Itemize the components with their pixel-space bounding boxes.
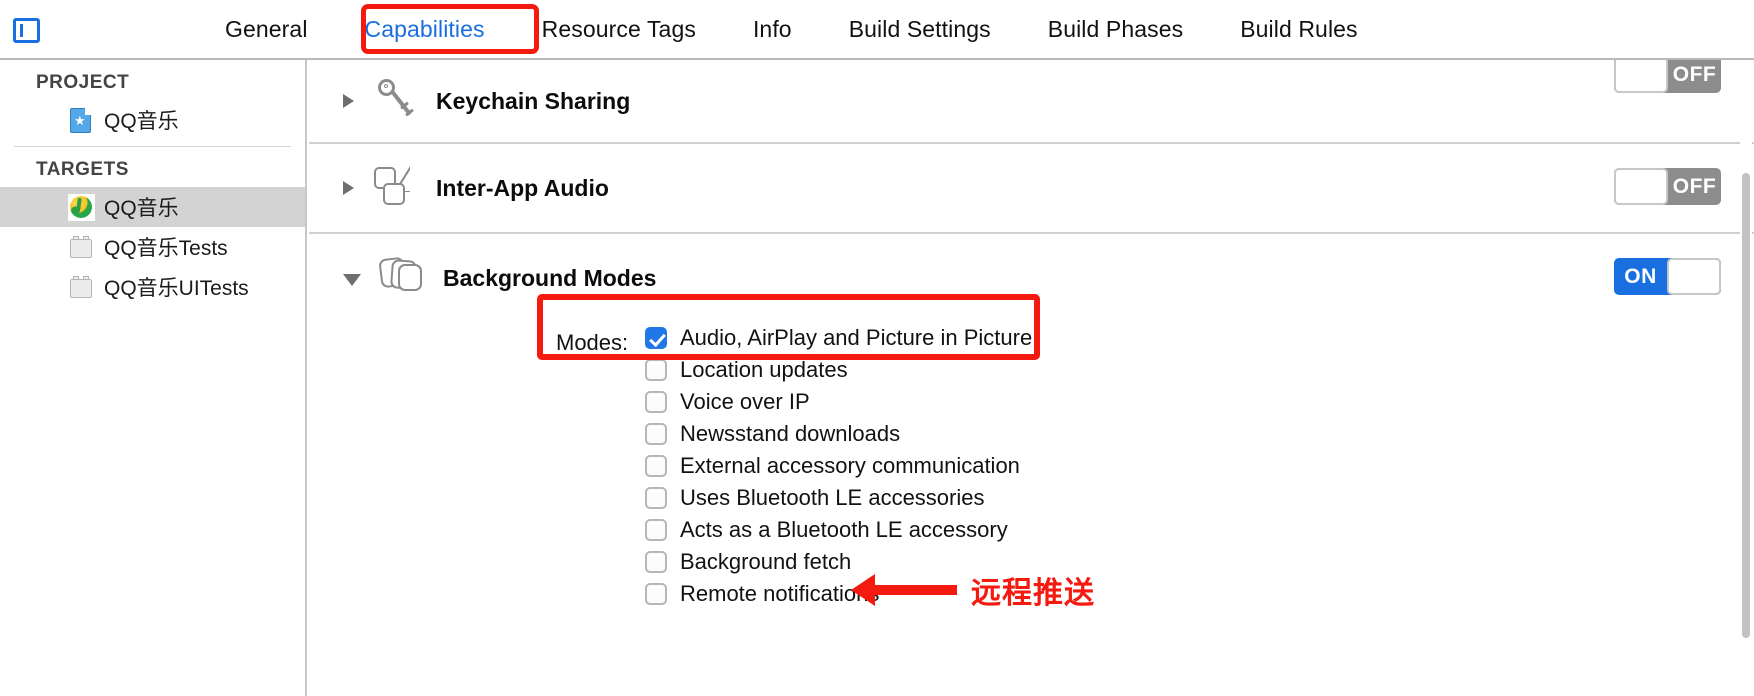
modes-checkbox-list: Audio, AirPlay and Picture in Picture Lo… [645, 322, 1754, 610]
project-targets-sidebar: PROJECT ★ QQ音乐 TARGETS QQ音乐 QQ音乐Tests QQ… [0, 60, 307, 696]
capability-row-background-modes: Background Modes ON Modes: Audio, AirPla… [309, 234, 1754, 610]
disclosure-triangle-icon[interactable] [343, 94, 354, 108]
capability-row-inter-app-audio: Inter-App Audio OFF [309, 144, 1754, 234]
capability-toggle-background-modes[interactable]: ON [1614, 258, 1721, 295]
list-item-label: Audio, AirPlay and Picture in Picture [680, 325, 1033, 350]
toggle-state-label: OFF [1672, 62, 1717, 86]
project-section-header: PROJECT [36, 72, 130, 93]
sidebar-item-label: QQ音乐UITests [104, 277, 249, 300]
list-item[interactable]: Audio, AirPlay and Picture in Picture [645, 322, 1754, 354]
toggle-knob [1614, 60, 1668, 93]
capability-header[interactable]: Background Modes ON [309, 234, 1754, 322]
checkbox-acts-as-bluetooth-le-accessory[interactable] [645, 519, 667, 541]
background-modes-panel: Modes: Audio, AirPlay and Picture in Pic… [309, 294, 1754, 610]
tab-info[interactable]: Info [753, 16, 792, 43]
list-item[interactable]: Acts as a Bluetooth LE accessory [645, 514, 1754, 546]
checkbox-external-accessory-communication[interactable] [645, 455, 667, 477]
navigator-toggle-icon[interactable] [13, 18, 40, 43]
checkbox-remote-notifications[interactable] [645, 583, 667, 605]
capability-header[interactable]: Inter-App Audio OFF [309, 144, 1754, 232]
list-item[interactable]: Location updates [645, 354, 1754, 386]
list-item[interactable]: External accessory communication [645, 450, 1754, 482]
disclosure-triangle-icon[interactable] [343, 181, 354, 195]
sidebar-item-label: QQ音乐 [104, 110, 179, 133]
checkbox-location-updates[interactable] [645, 359, 667, 381]
checkbox-background-fetch[interactable] [645, 551, 667, 573]
key-icon [370, 77, 422, 125]
arrow-left-icon [851, 574, 957, 606]
toggle-state-label: OFF [1672, 174, 1717, 198]
tab-list: General Capabilities Resource Tags Info … [225, 0, 1415, 58]
list-item[interactable]: Uses Bluetooth LE accessories [645, 482, 1754, 514]
tab-capabilities[interactable]: Capabilities [365, 16, 485, 43]
capability-title: Inter-App Audio [436, 174, 609, 201]
capability-title: Keychain Sharing [436, 87, 631, 114]
app-target-icon [68, 193, 95, 221]
editor-tab-bar: General Capabilities Resource Tags Info … [0, 0, 1754, 60]
test-bundle-icon [68, 274, 95, 301]
tab-build-rules[interactable]: Build Rules [1240, 16, 1357, 43]
list-item-label: Location updates [680, 357, 848, 382]
checkbox-voice-over-ip[interactable] [645, 391, 667, 413]
checkbox-uses-bluetooth-le-accessories[interactable] [645, 487, 667, 509]
disclosure-triangle-icon[interactable] [343, 274, 361, 286]
scrollbar-thumb[interactable] [1742, 173, 1750, 638]
modes-label: Modes: [556, 330, 629, 355]
list-item[interactable]: Voice over IP [645, 386, 1754, 418]
tab-build-settings[interactable]: Build Settings [849, 16, 991, 43]
sidebar-item-project-qqmusic[interactable]: ★ QQ音乐 [0, 100, 305, 140]
checkbox-audio-airplay-pip[interactable] [645, 327, 667, 349]
tab-general[interactable]: General [225, 16, 308, 43]
list-item-label: Acts as a Bluetooth LE accessory [680, 517, 1008, 542]
inter-app-audio-icon [370, 164, 422, 212]
xcode-target-editor-window: General Capabilities Resource Tags Info … [0, 0, 1754, 696]
tab-resource-tags[interactable]: Resource Tags [542, 16, 696, 43]
list-item-label: Background fetch [680, 549, 852, 574]
capability-header[interactable]: Keychain Sharing OFF [309, 60, 1754, 142]
sidebar-item-label: QQ音乐Tests [104, 237, 228, 260]
checkbox-newsstand-downloads[interactable] [645, 423, 667, 445]
capability-row-keychain-sharing: Keychain Sharing OFF [309, 60, 1754, 144]
list-item-label: External accessory communication [680, 453, 1020, 478]
test-bundle-icon [68, 234, 95, 261]
list-item-label: Newsstand downloads [680, 421, 901, 446]
targets-section-header: TARGETS [36, 159, 129, 180]
list-item[interactable]: Background fetch [645, 546, 1754, 578]
sidebar-item-label: QQ音乐 [104, 197, 179, 220]
capability-toggle-keychain-sharing[interactable]: OFF [1614, 60, 1721, 93]
toggle-knob [1614, 168, 1668, 205]
list-item-label: Voice over IP [680, 389, 810, 414]
capability-title: Background Modes [443, 264, 657, 291]
sidebar-item-target-qqmusic[interactable]: QQ音乐 [0, 187, 305, 227]
sidebar-item-target-qqmusic-tests[interactable]: QQ音乐Tests [0, 227, 305, 267]
xcode-project-icon: ★ [68, 107, 95, 134]
content-scrollbar[interactable] [1740, 60, 1752, 696]
background-modes-icon [377, 254, 429, 302]
capability-toggle-inter-app-audio[interactable]: OFF [1614, 168, 1721, 205]
list-item-label: Remote notifications [680, 581, 880, 606]
toggle-knob [1667, 258, 1721, 295]
list-item-label: Uses Bluetooth LE accessories [680, 485, 985, 510]
list-item[interactable]: Remote notifications [645, 578, 1754, 610]
tab-build-phases[interactable]: Build Phases [1048, 16, 1183, 43]
sidebar-item-target-qqmusic-uitests[interactable]: QQ音乐UITests [0, 267, 305, 307]
list-item[interactable]: Newsstand downloads [645, 418, 1754, 450]
toggle-state-label: ON [1624, 264, 1657, 288]
remote-notifications-annotation: 远程推送 [851, 568, 1095, 612]
annotation-text: 远程推送 [971, 576, 1095, 611]
